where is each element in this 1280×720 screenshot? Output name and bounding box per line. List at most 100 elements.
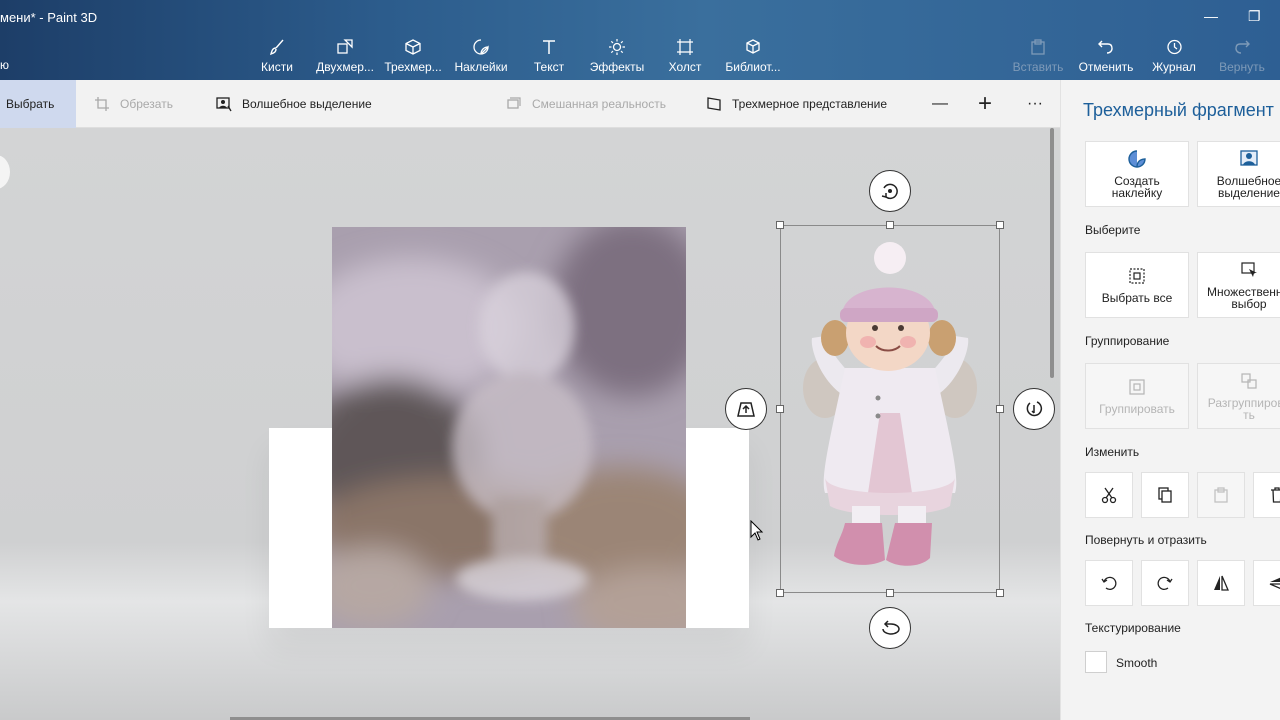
redo-icon (1235, 40, 1250, 54)
ungroup-icon (1241, 373, 1257, 389)
resize-handle-right[interactable] (996, 405, 1004, 413)
flip-vertical-icon (1269, 577, 1280, 589)
mixed-reality-button[interactable]: Смешанная реальность (506, 80, 666, 128)
tool-canvas[interactable]: Холст (649, 38, 721, 74)
resize-handle-top-left[interactable] (776, 221, 784, 229)
rotate-right-icon (1157, 576, 1173, 591)
secondary-toolbar: Выбрать Обрезать Волшебное выделение Сме… (0, 80, 1060, 128)
redo-label: Вернуть (1219, 60, 1265, 74)
rotate-left-button[interactable] (1085, 560, 1133, 606)
multi-select-icon (1241, 262, 1257, 277)
tool-text[interactable]: Текст (513, 38, 585, 74)
flip-horizontal-button[interactable] (1197, 560, 1245, 606)
group-button[interactable]: Группировать (1085, 363, 1189, 429)
magic-select-panel-button[interactable]: Волшебное выделение (1197, 141, 1280, 207)
tool-stickers[interactable]: Наклейки (445, 38, 517, 74)
undo-button[interactable]: Отменить (1070, 38, 1142, 74)
resize-handle-top-right[interactable] (996, 221, 1004, 229)
delete-icon (1271, 487, 1280, 503)
crop-button[interactable]: Обрезать (94, 80, 173, 128)
ribbon: мени* - Paint 3D ю — ❐ Кисти Двухмер... … (0, 0, 1280, 80)
panel-title: Трехмерный фрагмент (1083, 100, 1274, 120)
rotate-x-handle[interactable] (869, 170, 911, 212)
paste-button[interactable]: Вставить (1002, 38, 1074, 74)
history-button[interactable]: Журнал (1138, 38, 1210, 74)
tool-label: Эффекты (589, 60, 645, 74)
magic-select-button[interactable]: Волшебное выделение (216, 80, 372, 128)
flip-horizontal-icon (1214, 575, 1229, 591)
group-icon (1129, 379, 1145, 395)
rotate-right-button[interactable] (1141, 560, 1189, 606)
view-3d-icon (707, 97, 721, 111)
section-label-rotate: Повернуть и отразить (1085, 533, 1207, 547)
paste-panel-button[interactable] (1197, 472, 1245, 518)
rotate-y-handle[interactable] (1013, 388, 1055, 430)
magic-select-icon (216, 97, 232, 112)
redo-button[interactable]: Вернуть (1206, 38, 1278, 74)
smooth-label: Smooth (1116, 656, 1158, 670)
mouse-cursor-icon (750, 520, 764, 541)
brush-icon (270, 39, 284, 56)
zoom-in-button[interactable]: + (978, 80, 992, 128)
mixed-reality-label: Смешанная реальность (532, 97, 666, 111)
window-title: мени* - Paint 3D (0, 10, 98, 25)
tool-2d-shapes[interactable]: Двухмер... (309, 38, 381, 74)
tool-label: Наклейки (454, 60, 508, 74)
flip-vertical-button[interactable] (1253, 560, 1280, 606)
tool-3d-shapes[interactable]: Трехмер... (377, 38, 449, 74)
more-options-button[interactable]: ··· (1027, 80, 1043, 128)
history-label: Журнал (1152, 60, 1196, 74)
magic-select-label: Волшебное выделение (242, 97, 372, 111)
rotate-z-handle[interactable] (869, 607, 911, 649)
tool-library[interactable]: Библиот... (717, 38, 789, 74)
canvas-icon (677, 39, 693, 55)
magic-select-icon (1240, 150, 1258, 166)
library-icon (746, 39, 760, 54)
resize-handle-bottom[interactable] (886, 589, 894, 597)
tool-effects[interactable]: Эффекты (581, 38, 653, 74)
select-all-icon (1129, 268, 1145, 284)
effects-icon (609, 39, 625, 55)
tool-brushes[interactable]: Кисти (241, 38, 313, 74)
paste-icon (1214, 487, 1228, 503)
resize-handle-bottom-right[interactable] (996, 589, 1004, 597)
crop-icon (95, 97, 109, 111)
section-label-group: Группирование (1085, 334, 1170, 348)
blurred-photo-image (332, 227, 686, 628)
copy-button[interactable] (1141, 472, 1189, 518)
stickers-icon (473, 39, 489, 55)
restore-button[interactable]: ❐ (1248, 8, 1261, 25)
select-label: Выбрать (6, 97, 55, 111)
rotate-icon (881, 183, 898, 200)
select-all-label: Выбрать все (1101, 291, 1173, 305)
tool-label: Холст (668, 60, 702, 74)
resize-handle-left[interactable] (776, 405, 784, 413)
ungroup-button[interactable]: Разгруппировать (1197, 363, 1280, 429)
figurine-3d-object[interactable] (790, 238, 990, 578)
cut-button[interactable] (1085, 472, 1133, 518)
resize-handle-top[interactable] (886, 221, 894, 229)
paste-label: Вставить (1012, 60, 1064, 74)
zoom-out-button[interactable]: — (932, 80, 948, 128)
vertical-scrollbar[interactable] (1050, 128, 1054, 378)
resize-handle-bottom-left[interactable] (776, 589, 784, 597)
2d-shapes-icon (337, 39, 353, 54)
multi-select-button[interactable]: Множественный выбор (1197, 252, 1280, 318)
select-button[interactable]: Выбрать (0, 80, 76, 128)
background-photo[interactable] (332, 227, 686, 628)
move-depth-handle[interactable] (725, 388, 767, 430)
delete-button[interactable] (1253, 472, 1280, 518)
minimize-button[interactable]: — (1204, 8, 1218, 24)
view-3d-button[interactable]: Трехмерное представление (706, 80, 887, 128)
make-sticker-button[interactable]: Создать наклейку (1085, 141, 1189, 207)
select-all-button[interactable]: Выбрать все (1085, 252, 1189, 318)
section-label-texture: Текстурирование (1085, 621, 1181, 635)
section-label-edit: Изменить (1085, 445, 1140, 459)
tool-label: Текст (533, 60, 565, 74)
ungroup-label: Разгруппировать (1207, 396, 1280, 422)
menu-button[interactable]: ю (0, 58, 9, 72)
rotate-icon (882, 620, 900, 635)
mixed-reality-icon (507, 97, 521, 109)
text-icon (543, 40, 555, 54)
smooth-checkbox[interactable] (1085, 651, 1107, 673)
